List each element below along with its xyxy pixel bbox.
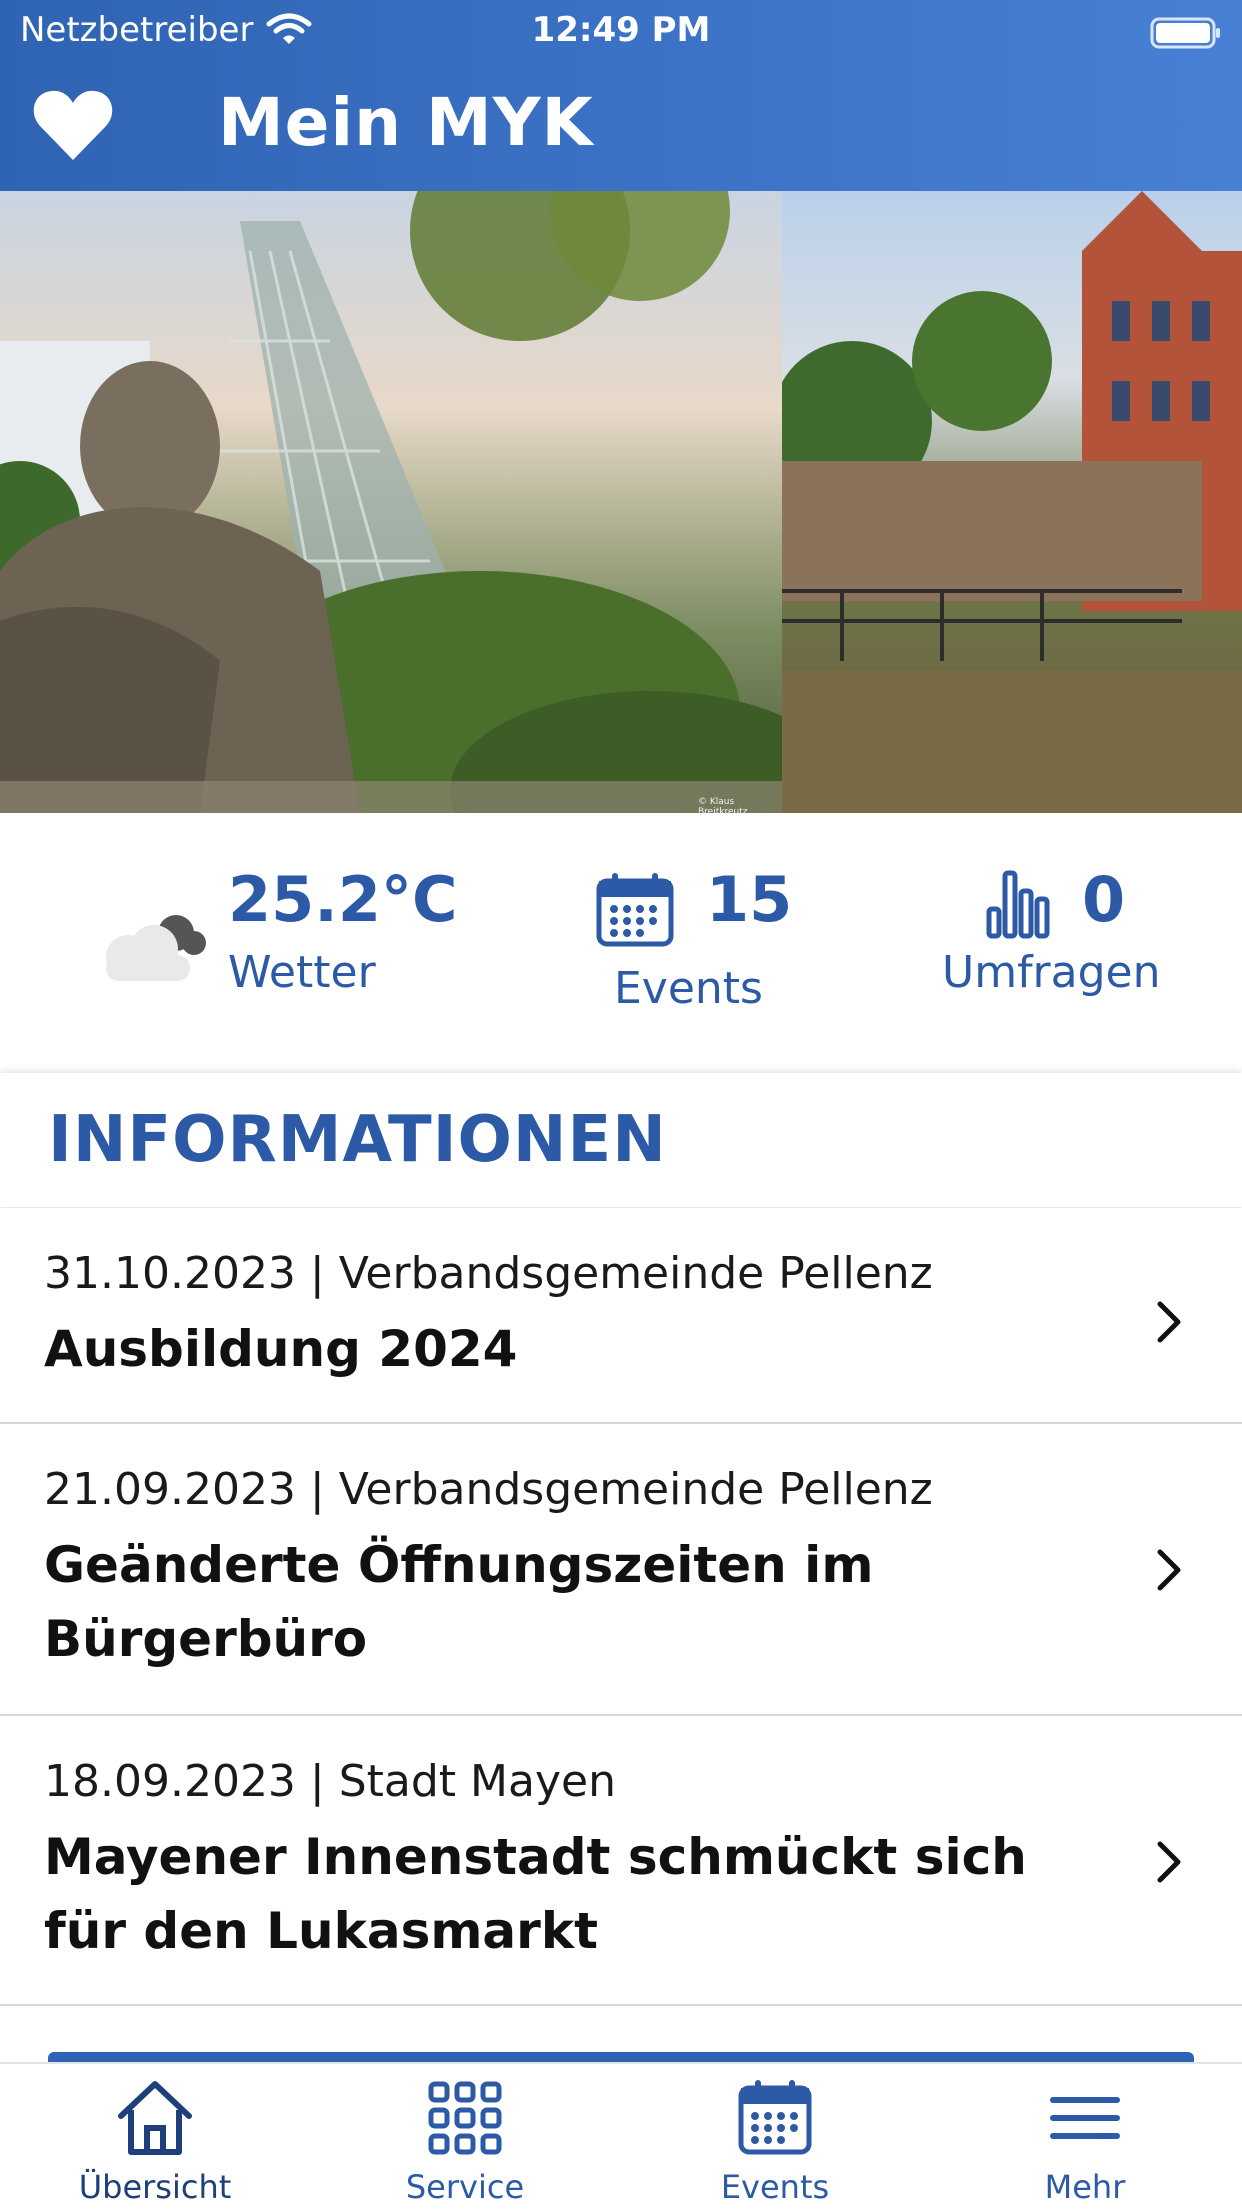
news-item[interactable]: 18.09.2023 | Stadt Mayen Mayener Innenst… [0,1716,1242,2006]
tab-service[interactable]: Service [310,2064,620,2210]
home-icon [115,2078,195,2158]
heart-icon[interactable] [32,88,114,166]
tab-label: Service [405,2168,525,2206]
app-title: Mein MYK [218,84,594,161]
events-stat[interactable]: 15 Events [596,863,816,1033]
surveys-stat[interactable]: 0 Umfragen [942,863,1202,1013]
hero-carousel[interactable]: © Klaus Breitkreutz [0,191,1242,813]
cloud-icon [100,903,208,987]
section-title: INFORMATIONEN [48,1103,667,1177]
news-title: Mayener Innenstadt schmückt sich für den… [44,1828,1027,1960]
bottom-tab-bar: Übersicht Service Events Mehr [0,2062,1242,2210]
tab-uebersicht[interactable]: Übersicht [0,2064,310,2210]
bar-chart-icon [986,869,1052,943]
stats-row: 25.2°C Wetter 15 Events 0 Umfragen [0,813,1242,1073]
battery-icon [1150,16,1222,54]
tab-label: Events [720,2168,830,2206]
status-time: 12:49 PM [531,10,711,50]
news-title: Geänderte Öffnungszeiten im Bürgerbüro [44,1536,874,1668]
chevron-right-icon [1154,1840,1184,1884]
informationen-header: INFORMATIONEN [0,1073,1242,1207]
news-meta: 18.09.2023 | Stadt Mayen [44,1756,616,1807]
calendar-icon [735,2078,815,2158]
app-header: Netzbetreiber 12:49 PM Mein MYK [0,0,1242,191]
news-meta: 21.09.2023 | Verbandsgemeinde Pellenz [44,1464,933,1515]
tab-label: Übersicht [78,2168,232,2206]
surveys-label: Umfragen [942,947,1161,998]
news-item[interactable]: 21.09.2023 | Verbandsgemeinde Pellenz Ge… [0,1424,1242,1716]
chevron-right-icon [1154,1548,1184,1592]
calendar-icon [596,873,674,951]
tab-mehr[interactable]: Mehr [930,2064,1240,2210]
hero-image-statue: © Klaus Breitkreutz [0,191,850,813]
news-item[interactable]: 31.10.2023 | Verbandsgemeinde Pellenz Au… [0,1208,1242,1424]
chevron-right-icon [1154,1300,1184,1344]
grid-icon [425,2078,505,2158]
events-value: 15 [706,863,793,936]
news-title: Ausbildung 2024 [44,1320,518,1378]
surveys-value: 0 [1082,863,1126,936]
weather-value: 25.2°C [228,863,458,936]
news-meta: 31.10.2023 | Verbandsgemeinde Pellenz [44,1248,933,1299]
weather-stat[interactable]: 25.2°C Wetter [100,863,460,1013]
tab-label: Mehr [1044,2168,1126,2206]
tab-events[interactable]: Events [620,2064,930,2210]
events-label: Events [614,963,763,1014]
weather-label: Wetter [228,947,376,998]
photo-credit: © Klaus Breitkreutz [698,797,748,813]
status-bar: Netzbetreiber 12:49 PM [0,0,1242,62]
hero-image-castle [772,191,1242,813]
menu-icon [1045,2078,1125,2158]
